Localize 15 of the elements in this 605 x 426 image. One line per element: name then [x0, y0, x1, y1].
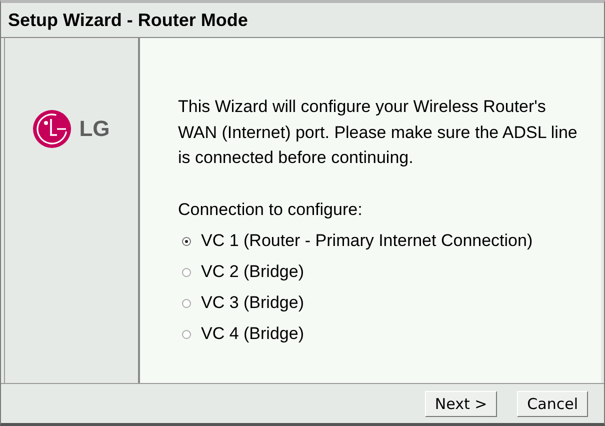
radio-option[interactable]: VC 4 (Bridge)	[178, 318, 601, 350]
connection-label: Connection to configure:	[178, 200, 364, 220]
radio-button[interactable]	[182, 298, 191, 308]
radio-option[interactable]: VC 3 (Bridge)	[178, 288, 601, 318]
radio-option[interactable]: VC 2 (Bridge)	[178, 256, 601, 288]
radio-button[interactable]	[182, 268, 191, 276]
window-title: Setup Wizard - Router Mode	[8, 10, 248, 30]
radio-button[interactable]	[182, 330, 191, 338]
logo-icon	[33, 110, 72, 148]
intro-text: This Wizard will configure your Wireless Router's WAN (Internet) port. Please make sure the ADSL line is connected before continuing.	[178, 96, 578, 169]
cancel-button[interactable]: Cancel	[517, 390, 588, 416]
logo-text: LG	[79, 116, 110, 142]
radio-option[interactable]: VC 1 (Router - Primary Internet Connection)	[178, 226, 601, 256]
next-button[interactable]: Next >	[424, 390, 498, 416]
radio-button[interactable]	[182, 236, 191, 246]
